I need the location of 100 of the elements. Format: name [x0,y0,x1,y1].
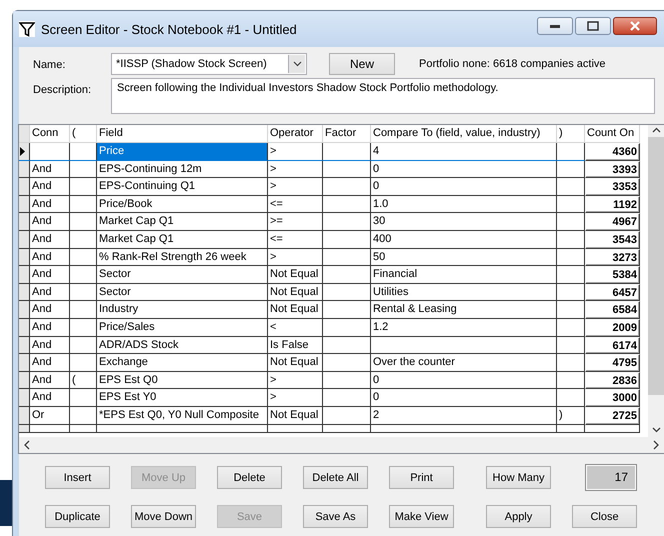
horizontal-scrollbar[interactable] [19,437,664,453]
table-cell [323,160,371,178]
row-header[interactable] [19,230,30,249]
table-cell [70,213,97,231]
operator-cell: Not Equal [268,354,323,372]
scroll-left-icon[interactable] [23,440,31,450]
table-cell [323,230,371,249]
row-header[interactable] [19,406,30,424]
row-header[interactable] [19,301,30,319]
field-cell: Industry [97,301,268,319]
field-cell: Market Cap Q1 [97,213,268,231]
maximize-button[interactable] [575,17,611,35]
row-header[interactable] [19,248,30,266]
action-button[interactable]: Move Down [131,505,196,528]
action-button[interactable]: Delete All [303,466,368,489]
table-cell [323,336,371,354]
column-header[interactable]: Field [97,125,268,143]
operator-cell: > [268,143,323,161]
action-button[interactable]: Make View [389,505,454,528]
action-button[interactable]: Insert [45,466,110,489]
compare-cell: 0 [371,178,557,196]
maximize-icon [587,21,599,31]
scroll-up-icon[interactable] [652,125,660,135]
column-header[interactable]: Compare To (field, value, industry) [371,125,557,143]
action-button[interactable]: Save As [303,505,368,528]
compare-cell: 0 [371,372,557,390]
operator-cell: > [268,248,323,266]
paren-cell: ( [70,372,97,390]
connector-cell: And [30,301,70,319]
action-button[interactable]: Duplicate [45,505,110,528]
operator-cell: < [268,318,323,337]
row-header[interactable] [19,336,30,354]
new-button[interactable]: New [329,53,395,75]
table-cell [323,301,371,319]
table-cell [557,372,585,390]
field-cell: *EPS Est Q0, Y0 Null Composite [97,406,268,424]
column-header[interactable]: Conn [30,125,70,143]
row-header[interactable] [19,372,30,390]
row-header[interactable] [19,318,30,337]
row-header[interactable] [19,389,30,407]
table-cell [70,318,97,337]
field-cell: Exchange [97,354,268,372]
compare-cell: Utilities [371,284,557,302]
row-header[interactable] [19,213,30,231]
count-cell: 4795 [585,354,640,372]
table-cell [557,213,585,231]
row-header[interactable] [19,266,30,284]
connector-cell: And [30,213,70,231]
connector-cell: And [30,318,70,337]
table-cell [557,354,585,372]
column-header[interactable]: Operator [268,125,323,143]
table-cell [323,284,371,302]
operator-cell: > [268,160,323,178]
operator-cell: <= [268,196,323,214]
close-button[interactable] [613,17,657,35]
action-button[interactable]: Apply [486,505,551,528]
column-header[interactable]: ( [70,125,97,143]
table-cell [70,230,97,249]
field-cell: ADR/ADS Stock [97,336,268,354]
table-cell [70,248,97,266]
row-header[interactable] [19,196,30,214]
table-cell [70,301,97,319]
connector-cell: And [30,196,70,214]
action-button[interactable]: Delete [217,466,282,489]
row-header[interactable] [19,284,30,302]
scroll-right-icon[interactable] [652,440,660,450]
compare-cell: 400 [371,230,557,249]
operator-cell: Not Equal [268,301,323,319]
compare-cell: 1.2 [371,318,557,337]
portfolio-status: Portfolio none: 6618 companies active [419,58,606,70]
column-header[interactable]: Factor [323,125,371,143]
name-dropdown[interactable]: *IISSP (Shadow Stock Screen) [111,53,307,75]
minimize-button[interactable] [537,17,573,35]
operator-cell: >= [268,213,323,231]
column-header[interactable]: ) [557,125,585,143]
table-cell [323,143,371,161]
table-cell [557,230,585,249]
compare-cell: 50 [371,248,557,266]
action-button[interactable]: Print [389,466,454,489]
count-cell: 6457 [585,284,640,302]
row-header[interactable] [19,160,30,178]
field-cell: Price/Book [97,196,268,214]
operator-cell: Not Equal [268,284,323,302]
field-label: Description: [33,83,92,96]
count-cell: 2009 [585,318,640,337]
vertical-scrollbar[interactable] [648,125,664,437]
count-cell: 1192 [585,196,640,214]
table-cell [557,248,585,266]
action-button[interactable]: How Many [486,466,551,489]
row-header[interactable] [19,178,30,196]
description-field[interactable]: Screen following the Individual Investors Shadow Stock Portfolio methodology. [111,78,655,114]
row-header[interactable] [19,354,30,372]
column-header[interactable]: Count On [585,125,640,143]
table-cell [557,143,585,161]
action-button[interactable]: Close [572,505,637,528]
scroll-down-icon[interactable] [652,425,660,435]
row-header[interactable] [19,143,30,161]
table-cell [70,284,97,302]
connector-cell: And [30,336,70,354]
compare-cell: 1.0 [371,196,557,214]
